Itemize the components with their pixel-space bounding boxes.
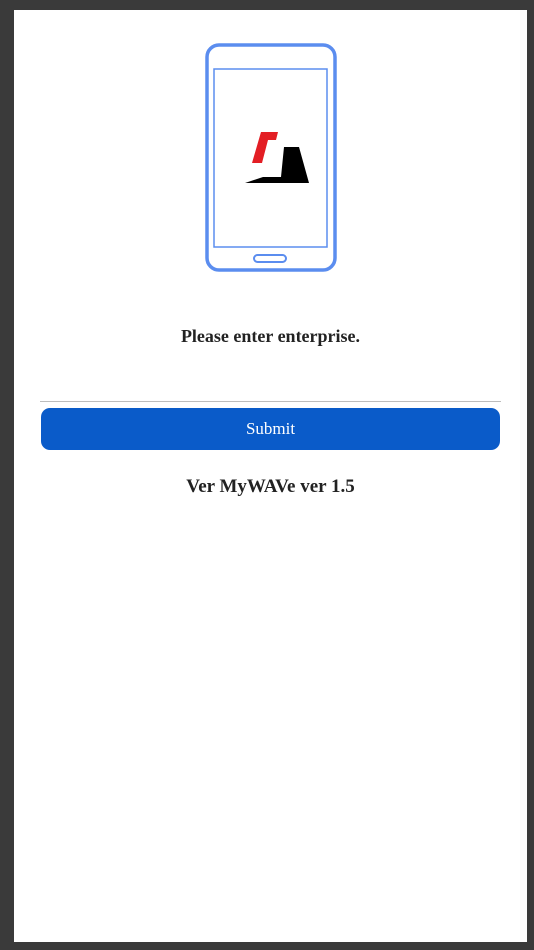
login-screen: Please enter enterprise. Submit Ver MyWA…	[14, 10, 527, 942]
phone-screen	[213, 68, 328, 248]
version-label: Ver MyWAVe ver 1.5	[186, 476, 355, 497]
home-button-icon	[253, 254, 287, 263]
enterprise-prompt: Please enter enterprise.	[180, 326, 361, 346]
smartphone-icon	[205, 43, 337, 273]
enterprise-input[interactable]	[40, 372, 501, 402]
smartphone-illustration	[205, 43, 337, 272]
submit-button[interactable]: Submit	[41, 408, 500, 450]
